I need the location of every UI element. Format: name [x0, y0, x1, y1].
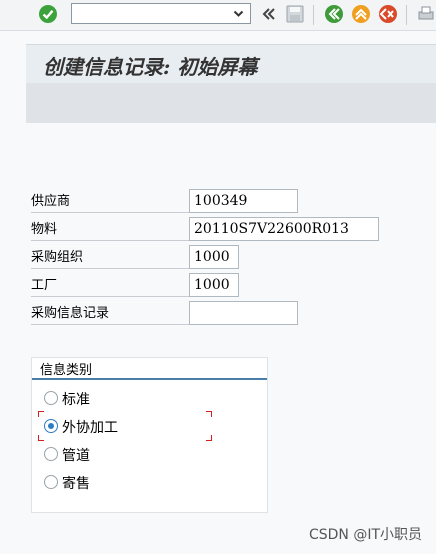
focus-corner [206, 435, 212, 441]
application-toolbar [26, 83, 436, 123]
toolbar-separator [313, 5, 314, 25]
vendor-row: 供应商 100349 [31, 189, 436, 213]
exit-icon[interactable] [351, 4, 371, 24]
watermark: CSDN @IT小职员 [308, 527, 422, 543]
command-field[interactable] [71, 3, 251, 24]
plant-label: 工厂 [31, 275, 189, 297]
purchasing-org-label: 采购组织 [31, 247, 189, 269]
radio-label: 管道 [62, 448, 90, 464]
info-record-label: 采购信息记录 [31, 303, 189, 325]
vendor-label: 供应商 [31, 191, 189, 213]
back-icon[interactable] [324, 4, 344, 24]
page-title: 创建信息记录: 初始屏幕 [43, 55, 258, 79]
chevron-down-icon[interactable] [233, 8, 244, 19]
radio-label: 外协加工 [62, 420, 118, 436]
radio-circle[interactable] [44, 447, 58, 461]
plant-field[interactable]: 1000 [189, 273, 239, 297]
info-record-row: 采购信息记录 [31, 301, 436, 325]
focus-corner [206, 411, 212, 417]
purchasing-org-field[interactable]: 1000 [189, 245, 239, 269]
toolbar-separator [406, 5, 407, 25]
material-label: 物料 [31, 219, 189, 241]
print-icon[interactable] [416, 4, 436, 24]
info-category-group: 信息类别 标准 外协加工 管道 寄售 [31, 357, 268, 513]
radio-label: 标准 [62, 392, 90, 408]
info-record-field[interactable] [189, 301, 298, 325]
vendor-field[interactable]: 100349 [189, 189, 298, 213]
cancel-icon[interactable] [378, 4, 398, 24]
material-field[interactable]: 20110S7V22600R013 [189, 217, 379, 241]
screen-title-bar: 创建信息记录: 初始屏幕 [26, 44, 436, 83]
standard-toolbar [0, 0, 436, 31]
double-arrow-left-icon[interactable] [261, 6, 277, 22]
plant-row: 工厂 1000 [31, 273, 436, 297]
enter-icon[interactable] [38, 4, 58, 24]
save-icon[interactable] [285, 4, 305, 24]
group-divider [32, 378, 267, 380]
command-input[interactable] [74, 5, 228, 24]
purchasing-org-row: 采购组织 1000 [31, 245, 436, 269]
radio-circle-selected[interactable] [44, 419, 58, 433]
focus-corner [38, 435, 44, 441]
radio-circle[interactable] [44, 391, 58, 405]
focus-corner [38, 411, 44, 417]
radio-label: 寄售 [62, 476, 90, 492]
group-title: 信息类别 [40, 363, 93, 378]
radio-circle[interactable] [44, 475, 58, 489]
material-row: 物料 20110S7V22600R013 [31, 217, 436, 241]
